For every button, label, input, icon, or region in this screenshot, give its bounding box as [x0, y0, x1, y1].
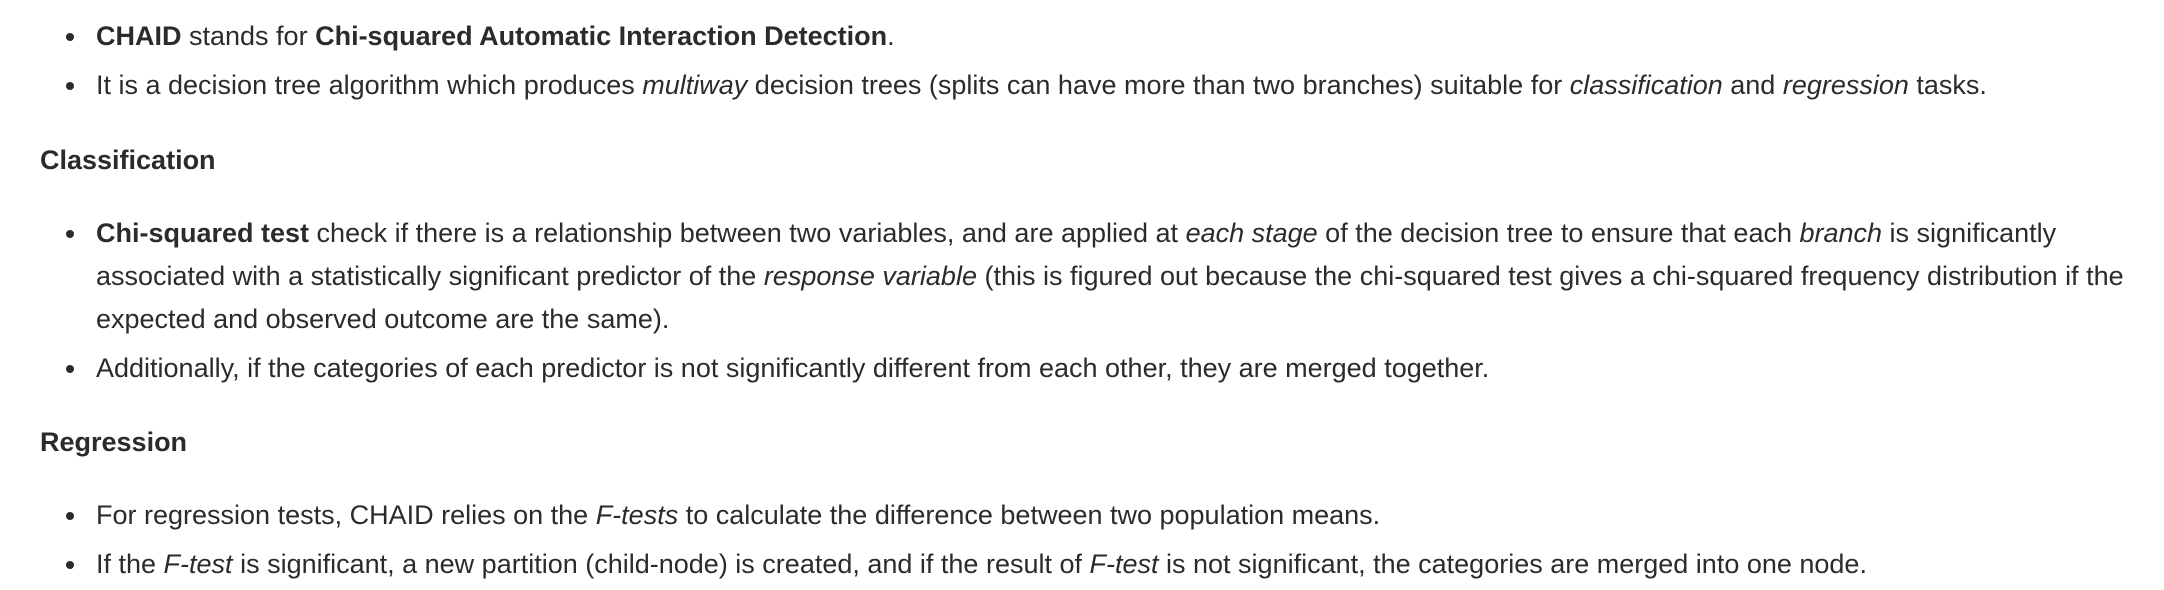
- text: It is a decision tree algorithm which pr…: [96, 70, 643, 100]
- emphasis: multiway: [642, 70, 748, 100]
- emphasis: classification: [1569, 70, 1723, 100]
- list-item: It is a decision tree algorithm which pr…: [66, 64, 2136, 107]
- text: check if there is a relationship between…: [309, 218, 1186, 248]
- text: of the decision tree to ensure that each: [1317, 218, 1800, 248]
- bullet-icon: [66, 365, 74, 373]
- text: tasks.: [1908, 70, 1987, 100]
- list-item: CHAID stands for Chi-squared Automatic I…: [66, 15, 2136, 58]
- text: is significant, a new partition (child-n…: [232, 549, 1090, 579]
- bullet-icon: [66, 230, 74, 238]
- bullet-icon: [66, 512, 74, 520]
- section-heading-classification: Classification: [40, 145, 216, 175]
- text: .: [887, 21, 895, 51]
- bullet-icon: [66, 561, 74, 569]
- text: and: [1722, 70, 1783, 100]
- list-item: Additionally, if the categories of each …: [66, 347, 2136, 390]
- term-chi-squared-test: Chi-squared test: [96, 218, 310, 248]
- section-heading-regression: Regression: [40, 427, 188, 457]
- emphasis: each stage: [1185, 218, 1318, 248]
- document: CHAID stands for Chi-squared Automatic I…: [0, 0, 2164, 590]
- list-item: If the F-test is significant, a new part…: [66, 543, 2136, 586]
- emphasis: response variable: [763, 261, 977, 291]
- term-full-name: Chi-squared Automatic Interaction Detect…: [315, 21, 888, 51]
- emphasis: F-test: [1089, 549, 1159, 579]
- text: decision trees (splits can have more tha…: [747, 70, 1570, 100]
- text: is not significant, the categories are m…: [1158, 549, 1867, 579]
- text: If the: [96, 549, 164, 579]
- text: to calculate the difference between two …: [678, 500, 1381, 530]
- emphasis: branch: [1799, 218, 1883, 248]
- text: stands for: [181, 21, 316, 51]
- text: For regression tests, CHAID relies on th…: [96, 500, 596, 530]
- text: Additionally, if the categories of each …: [96, 353, 1490, 383]
- emphasis: regression: [1782, 70, 1909, 100]
- list-item: For regression tests, CHAID relies on th…: [66, 494, 2136, 537]
- list-item: Chi-squared test check if there is a rel…: [66, 212, 2136, 341]
- term-chaid: CHAID: [96, 21, 182, 51]
- emphasis: F-tests: [595, 500, 679, 530]
- bullet-icon: [66, 82, 74, 90]
- bullet-icon: [66, 33, 74, 41]
- emphasis: F-test: [163, 549, 233, 579]
